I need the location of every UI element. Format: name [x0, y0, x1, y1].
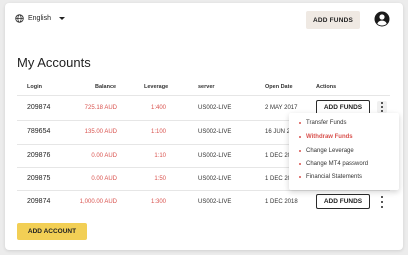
server-cell: US002-LIVE [198, 176, 232, 182]
menu-item-transfer-funds[interactable]: Transfer Funds [299, 120, 346, 126]
menu-item-withdraw-funds[interactable]: Withdraw Funds [299, 134, 353, 140]
bullet-icon [299, 150, 301, 152]
user-account-icon[interactable] [374, 11, 390, 27]
language-selector[interactable]: English [15, 14, 65, 23]
caret-down-icon [58, 17, 65, 20]
balance-cell: 0.00 AUD [91, 153, 117, 159]
leverage-cell: 1:50 [154, 176, 166, 182]
login-cell: 209876 [27, 152, 51, 159]
add-funds-row-button[interactable]: ADD FUNDS [316, 194, 370, 209]
leverage-cell: 1:300 [150, 199, 166, 205]
server-cell: US002-LIVE [198, 105, 232, 111]
balance-cell: 1,000.00 AUD [79, 199, 117, 205]
server-cell: US002-LIVE [198, 129, 232, 135]
server-cell: US002-LIVE [198, 199, 232, 205]
login-cell: 209874 [27, 104, 51, 111]
server-cell: US002-LIVE [198, 153, 232, 159]
more-actions-icon[interactable] [379, 196, 385, 208]
column-header-leverage: Leverage [144, 84, 169, 90]
leverage-cell: 1:100 [150, 129, 166, 135]
open-date-cell: 2 MAY 2017 [265, 105, 298, 111]
bullet-icon [299, 176, 301, 178]
column-header-login: Login [27, 84, 42, 90]
bullet-icon [299, 122, 301, 124]
bullet-icon [299, 136, 301, 138]
menu-item-change-leverage[interactable]: Change Leverage [299, 148, 354, 154]
menu-item-label: Withdraw Funds [306, 134, 353, 140]
actions-dropdown-menu: Transfer Funds Withdraw Funds Change Lev… [289, 113, 399, 190]
balance-cell: 0.00 AUD [91, 176, 117, 182]
login-cell: 209874 [27, 198, 51, 205]
open-date-cell: 16 JUN 2 [265, 129, 291, 135]
balance-cell: 135.00 AUD [84, 129, 117, 135]
add-funds-header-button[interactable]: ADD FUNDS [306, 11, 360, 29]
menu-item-label: Change MT4 password [306, 161, 369, 167]
login-cell: 789654 [27, 128, 51, 135]
more-actions-icon[interactable] [377, 101, 387, 113]
globe-icon [15, 14, 24, 23]
column-header-open-date: Open Date [265, 84, 293, 90]
add-account-button[interactable]: ADD ACCOUNT [17, 223, 87, 240]
column-header-actions: Actions [316, 84, 337, 90]
menu-item-financial-statements[interactable]: Financial Statements [299, 174, 362, 180]
open-date-cell: 1 DEC 20 [265, 176, 292, 182]
open-date-cell: 1 DEC 2018 [265, 199, 298, 205]
menu-item-label: Financial Statements [306, 174, 363, 180]
menu-item-label: Transfer Funds [306, 120, 347, 126]
column-header-server: server [198, 84, 215, 90]
leverage-cell: 1:400 [150, 105, 166, 111]
page-title: My Accounts [17, 55, 91, 70]
table-divider [17, 190, 390, 191]
menu-item-change-mt4-password[interactable]: Change MT4 password [299, 161, 368, 167]
open-date-cell: 1 DEC 20 [265, 153, 292, 159]
balance-cell: 725.18 AUD [84, 105, 117, 111]
column-header-balance: Balance [95, 84, 117, 90]
login-cell: 209875 [27, 175, 51, 182]
leverage-cell: 1:10 [154, 153, 166, 159]
table-divider [17, 95, 390, 96]
menu-item-label: Change Leverage [306, 148, 354, 154]
bullet-icon [299, 163, 301, 165]
language-label: English [28, 15, 51, 22]
